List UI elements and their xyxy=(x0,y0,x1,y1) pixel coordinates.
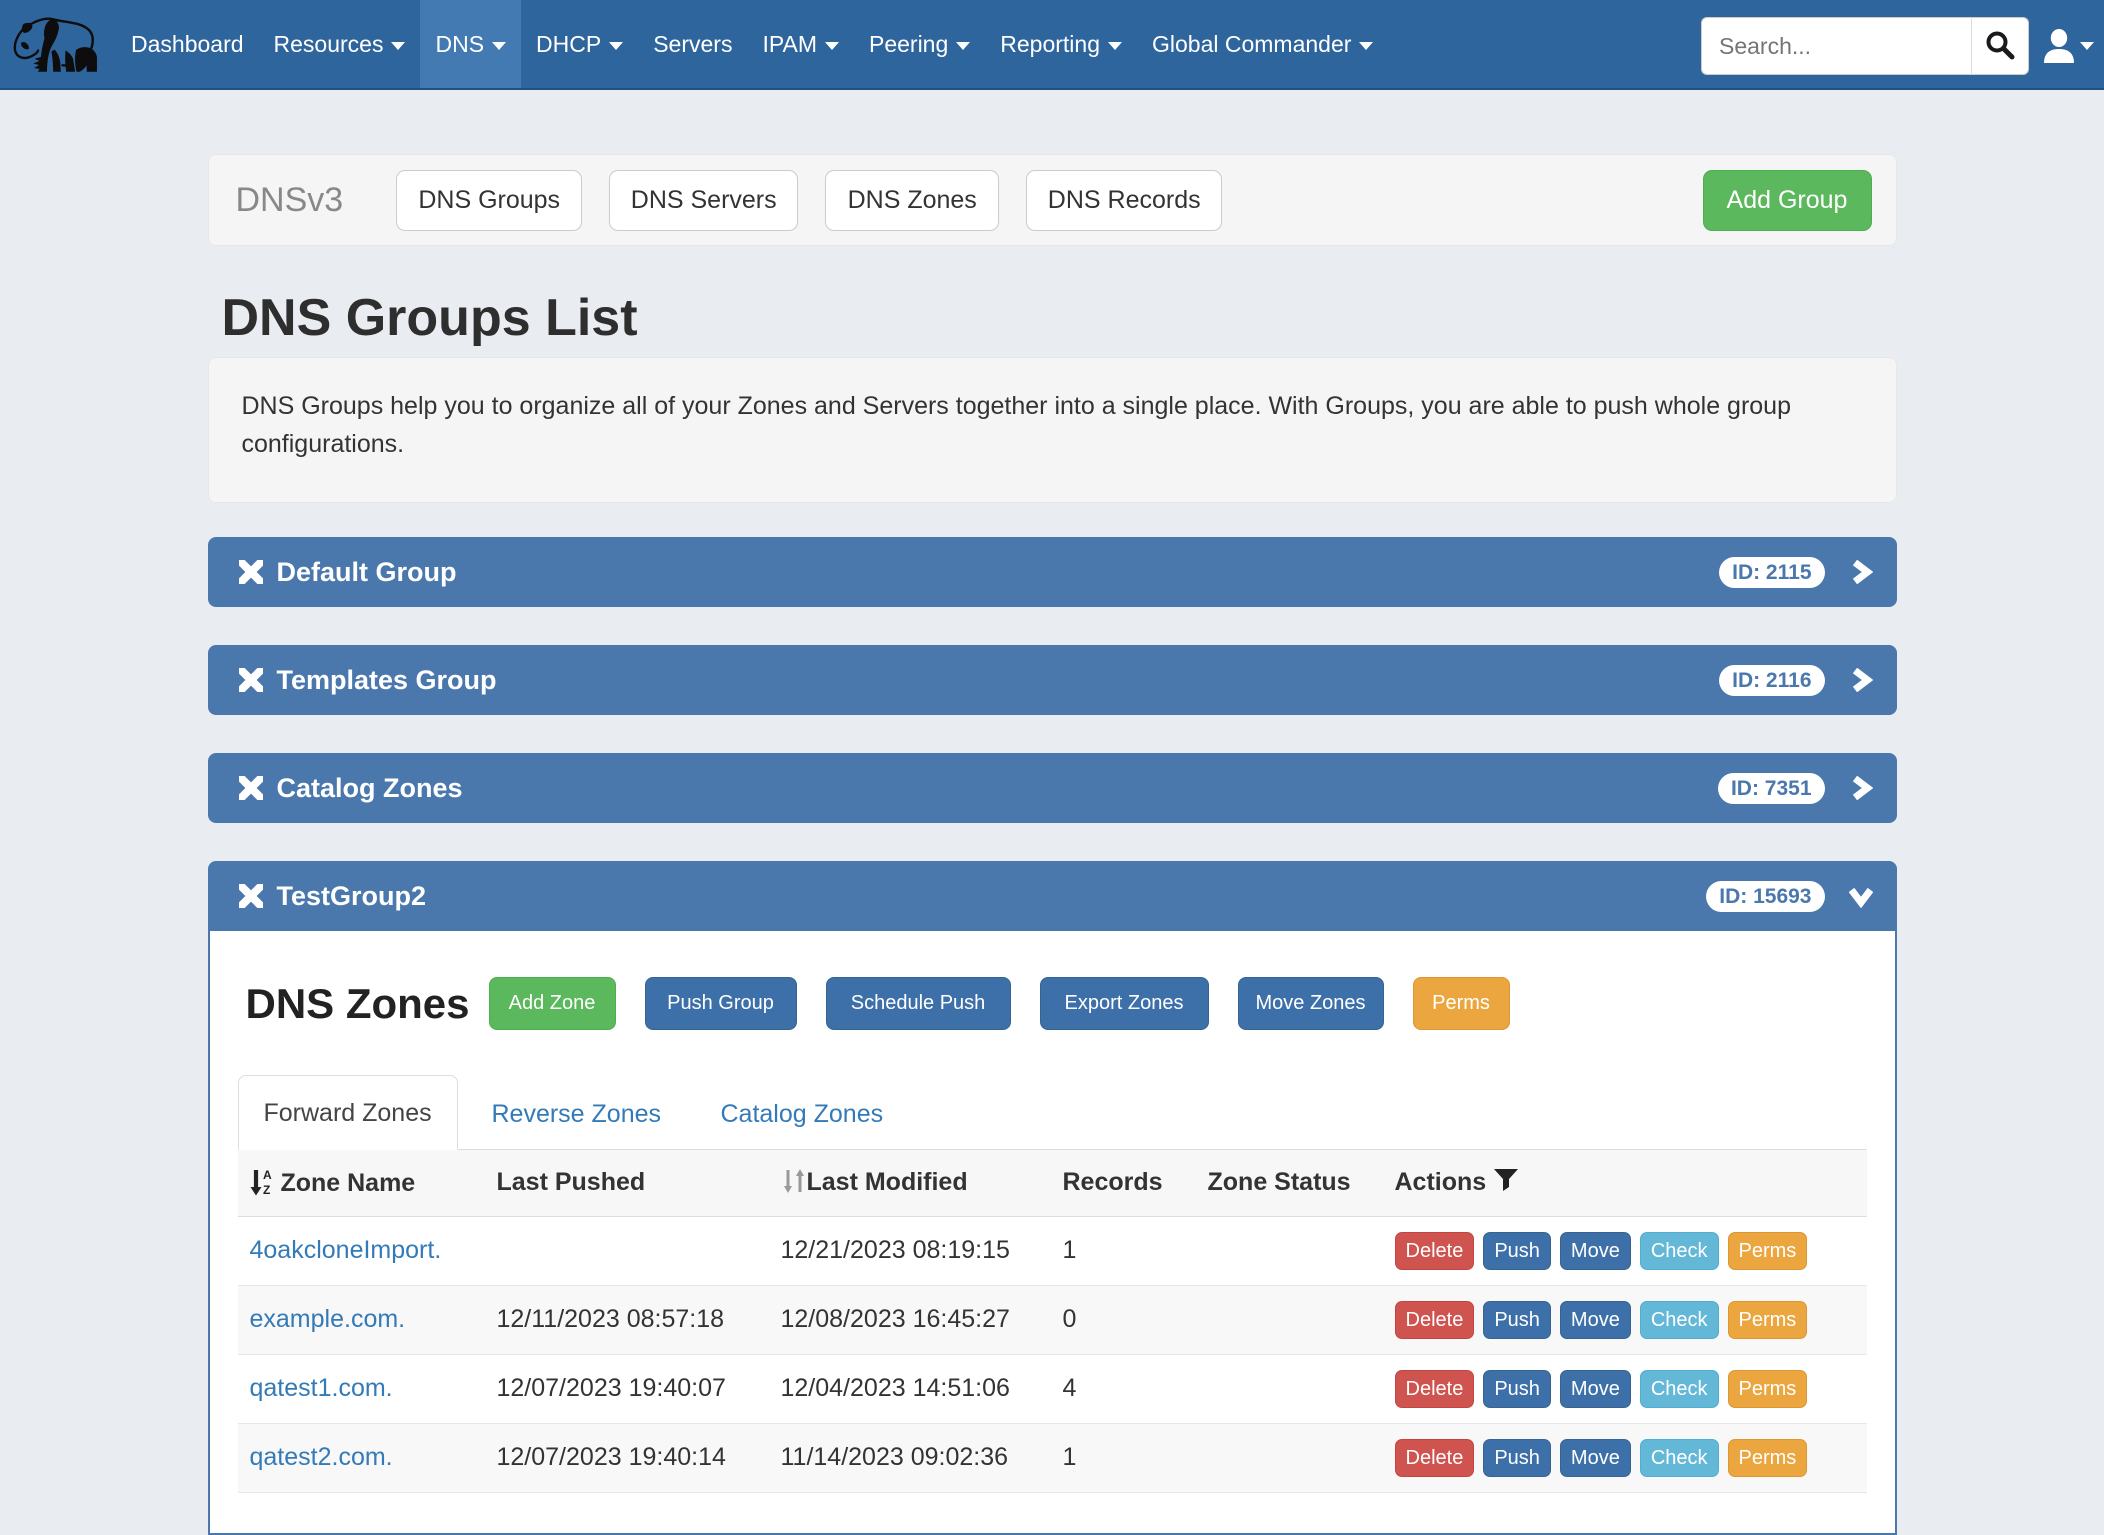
svg-text:Z: Z xyxy=(263,1183,270,1196)
svg-text:A: A xyxy=(263,1168,272,1182)
